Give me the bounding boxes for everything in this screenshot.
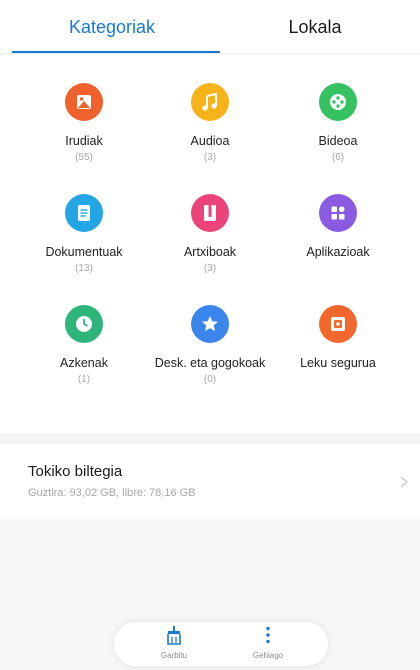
- clean-label: Garbitu: [160, 651, 188, 660]
- category-count: (13): [75, 263, 93, 274]
- tab-divider: [0, 53, 420, 54]
- storage-details: Guztira: 93,02 GB, libre: 78,16 GB: [28, 487, 196, 499]
- clean-button[interactable]: Garbitu: [144, 625, 204, 661]
- category-count: (1): [77, 374, 91, 385]
- category-label: Artxiboak: [183, 245, 237, 259]
- category-label: Aplikazioak: [306, 245, 370, 259]
- more-label: Gehiago: [252, 651, 284, 660]
- category-count: (55): [75, 152, 93, 163]
- safe-icon: [319, 305, 357, 343]
- more-button[interactable]: Gehiago: [238, 625, 298, 661]
- tab-categories[interactable]: Kategoriak: [12, 12, 212, 42]
- file-manager-page: Kategoriak Lokala Irudiak (55) Audioa (3…: [0, 0, 420, 670]
- category-label: Bideoa: [318, 134, 358, 148]
- storage-title: Tokiko biltegia: [28, 463, 123, 480]
- category-label: Irudiak: [65, 134, 103, 148]
- local-storage-row[interactable]: Tokiko biltegia Guztira: 93,02 GB, libre…: [0, 444, 420, 519]
- chevron-right-icon: [400, 476, 409, 488]
- category-videos[interactable]: Bideoa (6): [278, 83, 398, 164]
- category-label: Azkenak: [60, 356, 108, 370]
- category-favorites[interactable]: Desk. eta gogokoak (0): [150, 305, 270, 386]
- document-icon: [65, 194, 103, 232]
- category-count: (6): [331, 152, 345, 163]
- bottom-toolbar: Garbitu Gehiago: [114, 622, 328, 666]
- section-divider: [0, 433, 420, 444]
- category-audio[interactable]: Audioa (3): [150, 83, 270, 164]
- broom-icon: [167, 626, 181, 645]
- film-reel-icon: [319, 83, 357, 121]
- category-archives[interactable]: Artxiboak (3): [150, 194, 270, 275]
- category-label: Desk. eta gogokoak: [154, 356, 266, 370]
- category-safe[interactable]: Leku segurua: [278, 305, 398, 374]
- archive-icon: [191, 194, 229, 232]
- apps-grid-icon: [319, 194, 357, 232]
- category-apps[interactable]: Aplikazioak: [278, 194, 398, 263]
- category-count: (3): [203, 152, 217, 163]
- star-icon: [191, 305, 229, 343]
- category-label: Leku segurua: [300, 356, 376, 370]
- category-label: Audioa: [190, 134, 230, 148]
- category-recent[interactable]: Azkenak (1): [24, 305, 144, 386]
- category-count: (3): [203, 263, 217, 274]
- music-note-icon: [191, 83, 229, 121]
- tab-local[interactable]: Lokala: [220, 12, 410, 42]
- category-images[interactable]: Irudiak (55): [24, 83, 144, 164]
- category-count: (0): [203, 374, 217, 385]
- more-vert-icon: [266, 626, 270, 644]
- image-icon: [65, 83, 103, 121]
- category-label: Dokumentuak: [45, 245, 123, 259]
- clock-icon: [65, 305, 103, 343]
- tab-bar: Kategoriak Lokala: [0, 0, 420, 56]
- category-documents[interactable]: Dokumentuak (13): [24, 194, 144, 275]
